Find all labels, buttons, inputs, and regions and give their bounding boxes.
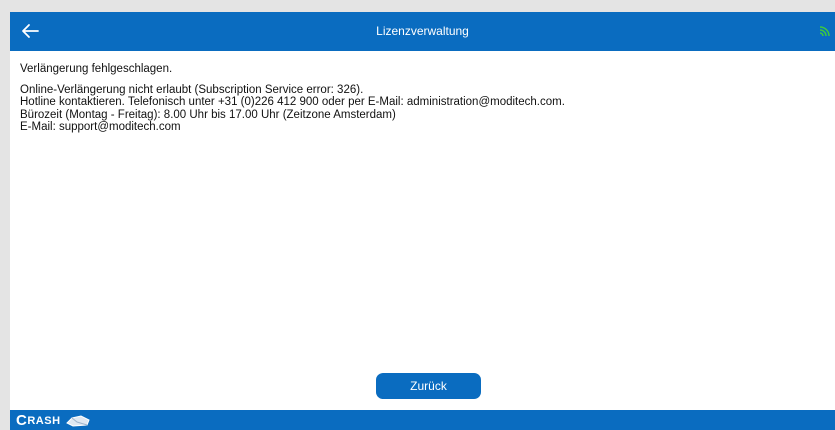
- zuruck-button[interactable]: Zurück: [376, 373, 481, 399]
- wifi-signal-icon: [819, 24, 831, 38]
- logo-initial: C: [16, 412, 28, 429]
- message-line: Bürozeit (Montag - Freitag): 8.00 Uhr bi…: [20, 108, 396, 121]
- message-line: Hotline kontaktieren. Telefonisch unter …: [20, 96, 565, 108]
- page-title: Lizenzverwaltung: [376, 24, 469, 38]
- logo-text: RASH: [27, 414, 61, 427]
- message-line: E-Mail: support@moditech.com: [20, 121, 181, 133]
- car-logo-icon: [65, 414, 90, 427]
- footer-bar: C RASH: [10, 410, 835, 430]
- app-window: Lizenzverwaltung Verlängerung fehlgeschl…: [10, 12, 835, 430]
- message-heading: Verlängerung fehlgeschlagen.: [20, 63, 173, 75]
- message-area: Verlängerung fehlgeschlagen. Online-Verl…: [20, 63, 825, 134]
- crash-logo: C RASH: [16, 412, 91, 429]
- title-bar: Lizenzverwaltung: [10, 12, 835, 51]
- message-line: Online-Verlängerung nicht erlaubt (Subsc…: [20, 83, 364, 96]
